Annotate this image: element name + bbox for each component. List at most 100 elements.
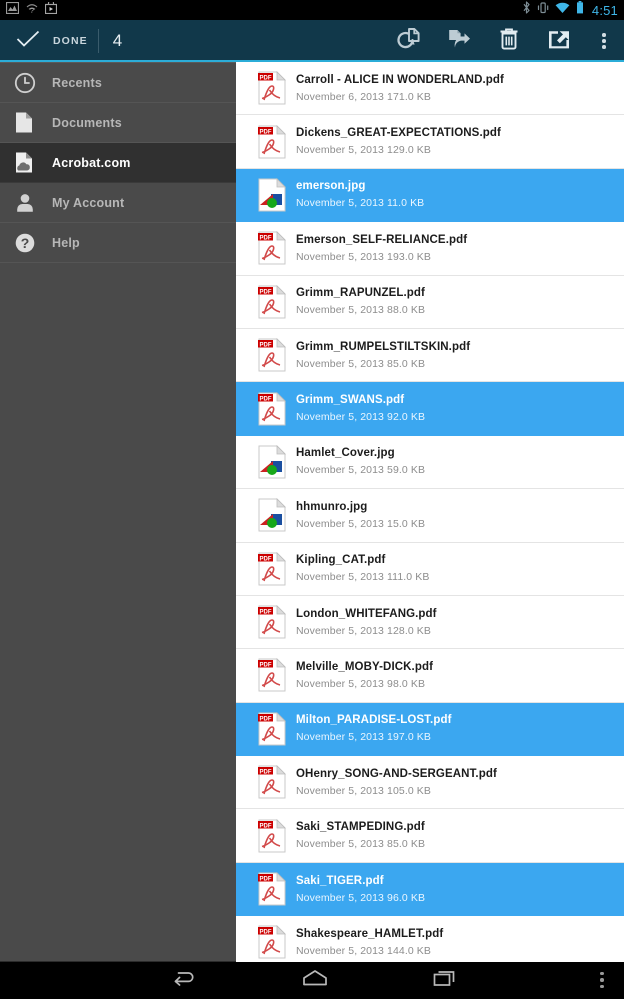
selection-count: 4: [112, 31, 123, 50]
back-button[interactable]: [120, 961, 250, 999]
file-row-text: Melville_MOBY-DICK.pdf November 5, 2013 9…: [294, 661, 433, 690]
file-name: Emerson_SELF-RELIANCE.pdf: [296, 233, 468, 246]
sidebar-item-label: Help: [52, 235, 80, 250]
export-button[interactable]: [534, 20, 584, 62]
sidebar-item-label: Documents: [52, 115, 122, 130]
file-name: OHenry_SONG-AND-SERGEANT.pdf: [296, 767, 497, 780]
file-list-row[interactable]: emerson.jpg November 5, 2013 11.0 KB: [236, 168, 624, 223]
file-list-row[interactable]: hhmunro.jpg November 5, 2013 15.0 KB: [236, 489, 624, 543]
file-row-text: Shakespeare_HAMLET.pdf November 5, 2013 1…: [294, 928, 443, 957]
file-name: Shakespeare_HAMLET.pdf: [296, 927, 444, 940]
file-list[interactable]: PDF Carroll - ALICE IN WONDERLAND.pdf Nove…: [236, 62, 624, 961]
file-meta: November 5, 2013 193.0 KB: [296, 250, 432, 263]
image-file-icon: [250, 498, 294, 532]
file-name: Grimm_RAPUNZEL.pdf: [296, 287, 425, 300]
document-icon: [14, 111, 48, 134]
file-row-text: London_WHITEFANG.pdf November 5, 2013 128…: [294, 608, 437, 637]
file-list-row[interactable]: PDF Saki_TIGER.pdf November 5, 2013 96.0 K…: [236, 862, 624, 917]
file-list-row[interactable]: PDF Saki_STAMPEDING.pdf November 5, 2013 8…: [236, 809, 624, 863]
file-list-row[interactable]: PDF Kipling_CAT.pdf November 5, 2013 111.0…: [236, 542, 624, 596]
status-bar-clock: 4:51: [591, 2, 618, 18]
overflow-menu-button[interactable]: [584, 20, 624, 62]
navigation-bar: [0, 961, 624, 999]
action-bar-divider: [97, 29, 99, 53]
file-meta: November 6, 2013 171.0 KB: [296, 90, 432, 103]
recents-icon: [432, 968, 458, 993]
file-list-row[interactable]: PDF Carroll - ALICE IN WONDERLAND.pdf Nove…: [236, 62, 624, 116]
svg-text:PDF: PDF: [260, 129, 272, 135]
wifi-icon: [555, 1, 570, 19]
sidebar-item-my-account[interactable]: My Account: [0, 183, 236, 223]
pdf-file-icon: PDF: [250, 765, 294, 799]
file-row-text: emerson.jpg November 5, 2013 11.0 KB: [294, 180, 424, 209]
file-row-text: OHenry_SONG-AND-SERGEANT.pdf November 5, …: [294, 768, 497, 797]
copy-to-button[interactable]: [384, 20, 434, 62]
svg-text:?: ?: [30, 8, 34, 14]
delete-button[interactable]: [484, 20, 534, 62]
file-list-row[interactable]: Hamlet_Cover.jpg November 5, 2013 59.0 KB: [236, 435, 624, 490]
file-row-text: Carroll - ALICE IN WONDERLAND.pdf Novembe…: [294, 74, 504, 103]
file-row-text: Grimm_RUMPELSTILTSKIN.pdf November 5, 201…: [294, 341, 470, 370]
file-meta: November 5, 2013 197.0 KB: [296, 731, 432, 744]
file-list-row[interactable]: PDF Shakespeare_HAMLET.pdf November 5, 201…: [236, 916, 624, 961]
bluetooth-icon: [522, 1, 531, 19]
file-row-text: Emerson_SELF-RELIANCE.pdf November 5, 201…: [294, 234, 467, 263]
file-name: Milton_PARADISE-LOST.pdf: [296, 714, 452, 727]
file-name: Hamlet_Cover.jpg: [296, 447, 395, 460]
sidebar-item-acrobat-com[interactable]: Acrobat.com: [0, 143, 236, 183]
file-row-text: hhmunro.jpg November 5, 2013 15.0 KB: [294, 501, 425, 530]
file-name: Dickens_GREAT-EXPECTATIONS.pdf: [296, 127, 501, 140]
pdf-file-icon: PDF: [250, 71, 294, 105]
pdf-file-icon: PDF: [250, 818, 294, 853]
svg-text:PDF: PDF: [260, 663, 272, 669]
svg-text:PDF: PDF: [260, 556, 272, 562]
file-list-row[interactable]: PDF Melville_MOBY-DICK.pdf November 5, 201…: [236, 649, 624, 703]
nav-overflow-button[interactable]: [580, 961, 624, 999]
image-file-icon: [250, 444, 294, 479]
checkmark-icon: [16, 30, 40, 53]
sidebar-item-recents[interactable]: Recents: [0, 63, 236, 103]
sidebar-item-help[interactable]: ? Help: [0, 223, 236, 263]
file-meta: November 5, 2013 85.0 KB: [296, 838, 426, 851]
back-arrow-icon: [172, 968, 198, 993]
sidebar-item-label: Recents: [52, 75, 103, 90]
trash-icon: [497, 26, 521, 57]
svg-text:PDF: PDF: [260, 716, 272, 722]
recents-button[interactable]: [380, 961, 510, 999]
move-button[interactable]: [434, 20, 484, 62]
file-meta: November 5, 2013 85.0 KB: [296, 357, 426, 370]
file-list-row[interactable]: PDF Dickens_GREAT-EXPECTATIONS.pdf Novembe…: [236, 115, 624, 169]
file-row-text: Saki_STAMPEDING.pdf November 5, 2013 85.0…: [294, 821, 425, 850]
sidebar-item-label: My Account: [52, 195, 125, 210]
action-bar: DONE 4: [0, 20, 624, 62]
home-icon: [301, 968, 329, 993]
pdf-file-icon: PDF: [250, 605, 294, 639]
svg-text:PDF: PDF: [260, 930, 272, 936]
done-button[interactable]: DONE: [0, 30, 88, 53]
file-list-row[interactable]: PDF OHenry_SONG-AND-SERGEANT.pdf November …: [236, 756, 624, 810]
pdf-file-icon: PDF: [250, 338, 294, 372]
file-row-text: Dickens_GREAT-EXPECTATIONS.pdf November 5…: [294, 127, 501, 156]
sidebar-empty-area: [0, 263, 236, 264]
svg-text:PDF: PDF: [260, 343, 272, 349]
file-list-row[interactable]: PDF Grimm_RUMPELSTILTSKIN.pdf November 5, …: [236, 328, 624, 383]
svg-text:PDF: PDF: [260, 770, 272, 776]
file-list-row[interactable]: PDF Grimm_RAPUNZEL.pdf November 5, 2013 88…: [236, 275, 624, 329]
kebab-icon: [600, 971, 604, 989]
kebab-icon: [602, 33, 606, 49]
file-meta: November 5, 2013 88.0 KB: [296, 304, 426, 317]
file-list-row[interactable]: PDF Emerson_SELF-RELIANCE.pdf November 5, …: [236, 222, 624, 276]
file-meta: November 5, 2013 59.0 KB: [296, 464, 426, 477]
cloud-document-icon: [14, 151, 48, 174]
file-list-row[interactable]: PDF Milton_PARADISE-LOST.pdf November 5, 2…: [236, 702, 624, 757]
copy-to-icon: [396, 26, 422, 57]
file-list-row[interactable]: PDF Grimm_SWANS.pdf November 5, 2013 92.0 …: [236, 382, 624, 436]
file-list-row[interactable]: PDF London_WHITEFANG.pdf November 5, 2013 …: [236, 595, 624, 650]
file-meta: November 5, 2013 105.0 KB: [296, 784, 432, 797]
file-meta: November 5, 2013 92.0 KB: [296, 411, 426, 424]
pdf-file-icon: PDF: [250, 391, 294, 426]
sidebar-item-documents[interactable]: Documents: [0, 103, 236, 143]
file-name: London_WHITEFANG.pdf: [296, 607, 437, 620]
home-button[interactable]: [250, 961, 380, 999]
file-name: Carroll - ALICE IN WONDERLAND.pdf: [296, 73, 504, 86]
